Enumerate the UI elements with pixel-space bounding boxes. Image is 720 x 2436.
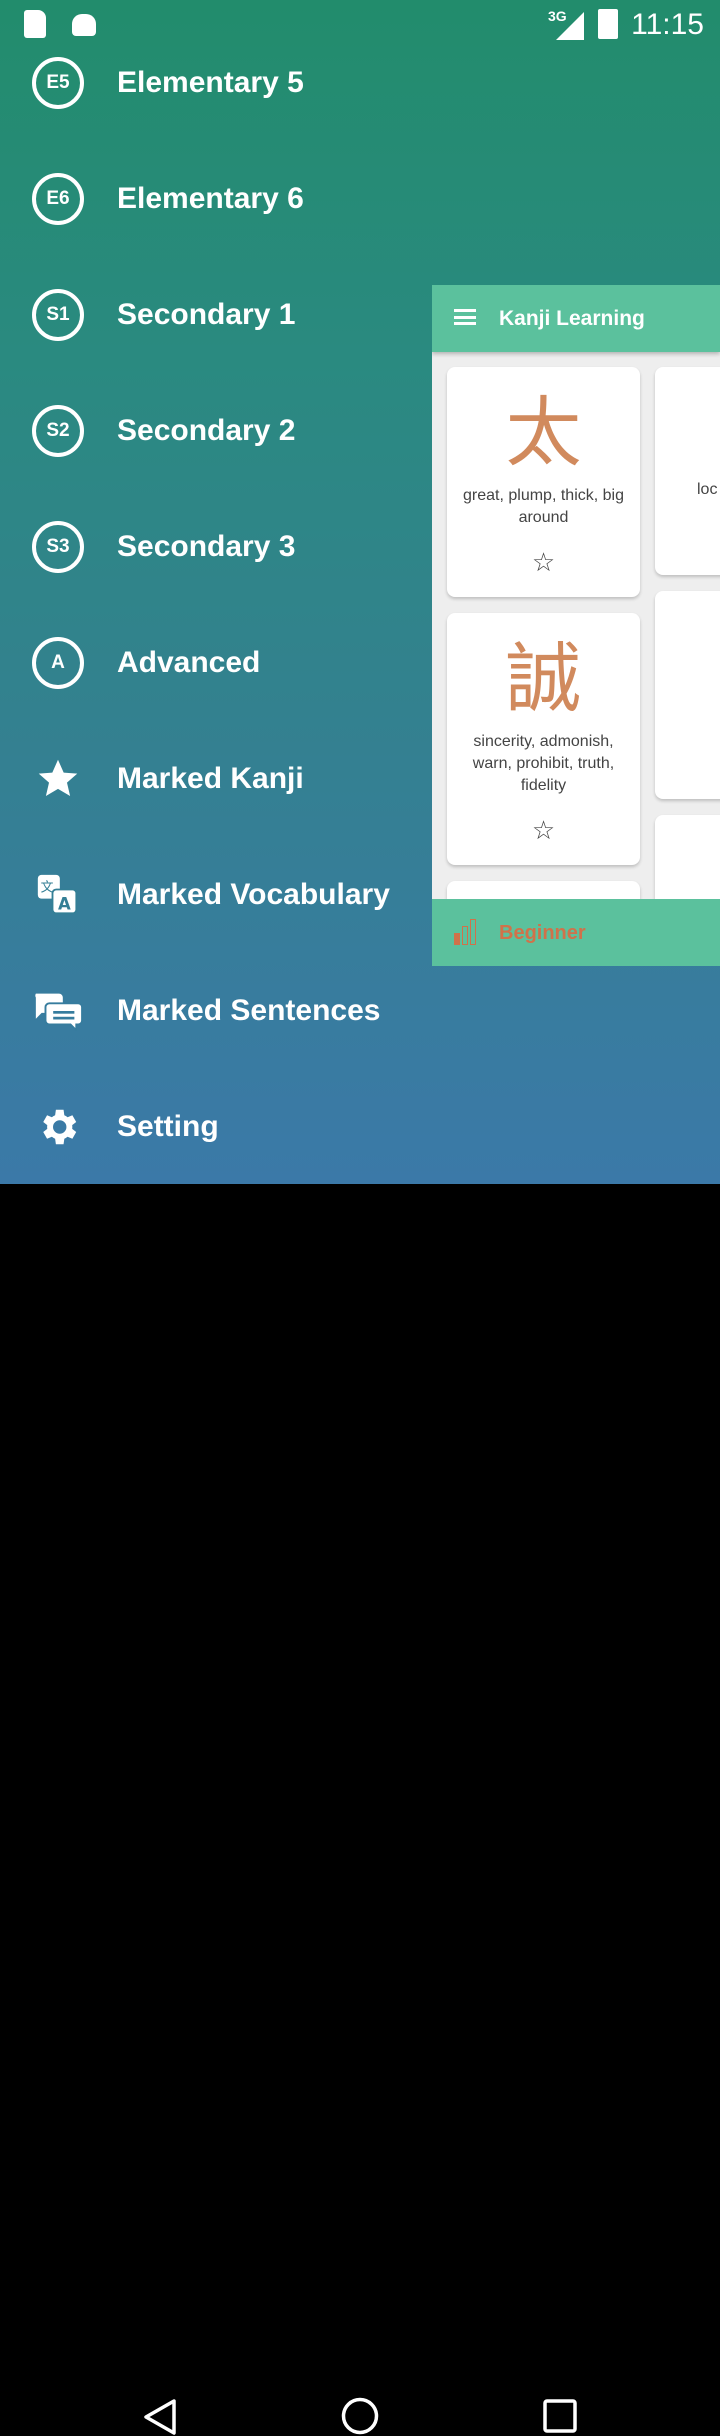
system-nav-bar xyxy=(0,1184,720,2435)
level-badge-icon: S1 xyxy=(32,289,84,341)
drawer-item-elementary-5[interactable]: E5 Elementary 5 xyxy=(0,43,430,123)
level-badge-icon: S2 xyxy=(32,405,84,457)
screen: 3G 11:15 E5 Elementary 5 E6 Elementary 6 S1 S… xyxy=(0,0,720,1184)
drawer-item-label: Advanced xyxy=(117,646,261,679)
drawer-item-setting[interactable]: Setting xyxy=(0,1087,430,1167)
app-title: Kanji Learning xyxy=(499,307,645,330)
drawer-item-label: Elementary 5 xyxy=(117,66,304,99)
drawer-item-label: Marked Vocabulary xyxy=(117,878,390,911)
recents-icon[interactable] xyxy=(542,2398,578,2434)
drawer-item-elementary-6[interactable]: E6 Elementary 6 xyxy=(0,159,430,239)
drawer-item-label: Secondary 1 xyxy=(117,298,296,331)
chat-icon xyxy=(32,985,84,1037)
drawer-item-advanced[interactable]: A Advanced xyxy=(0,623,430,703)
level-badge-icon: S3 xyxy=(32,521,84,573)
back-icon[interactable] xyxy=(142,2398,178,2436)
drawer-item-secondary-2[interactable]: S2 Secondary 2 xyxy=(0,391,430,471)
level-badge-icon: A xyxy=(32,637,84,689)
kanji-card[interactable]: loc xyxy=(655,367,720,575)
translate-icon: A文 xyxy=(32,869,84,921)
kanji-card[interactable]: 誠 sincerity, admonish, warn, prohibit, t… xyxy=(447,613,640,865)
menu-icon[interactable] xyxy=(454,309,476,325)
kanji-meaning: sincerity, admonish, warn, prohibit, tru… xyxy=(472,733,615,794)
drawer-item-label: Setting xyxy=(117,1110,219,1143)
sd-card-icon xyxy=(24,10,46,38)
drawer-item-label: Marked Kanji xyxy=(117,762,304,795)
drawer-item-secondary-1[interactable]: S1 Secondary 1 xyxy=(0,275,430,355)
level-bar[interactable]: Beginner xyxy=(432,899,720,966)
status-bar: 3G 11:15 xyxy=(0,0,720,48)
drawer-item-marked-vocabulary[interactable]: A 文 Marked Vocabulary xyxy=(0,855,430,935)
drawer-item-label: Elementary 6 xyxy=(117,182,304,215)
app-preview[interactable]: Kanji Learning 太 great, plump, thick, bi… xyxy=(432,285,720,966)
android-icon xyxy=(72,14,96,36)
home-icon[interactable] xyxy=(340,2396,380,2436)
kanji-card[interactable]: 太 great, plump, thick, big around ☆ xyxy=(447,367,640,597)
level-icon xyxy=(454,919,476,945)
level-badge-icon: E5 xyxy=(32,57,84,109)
gear-icon xyxy=(32,1101,84,1153)
star-icon xyxy=(32,753,84,805)
kanji-card[interactable] xyxy=(655,591,720,799)
star-outline-icon[interactable]: ☆ xyxy=(447,547,640,578)
star-outline-icon[interactable]: ☆ xyxy=(447,815,640,846)
kanji-meaning: great, plump, thick, big around xyxy=(463,487,624,526)
clock: 11:15 xyxy=(631,8,704,41)
toolbar: Kanji Learning xyxy=(432,285,720,352)
signal-icon xyxy=(556,12,584,40)
level-badge-icon: E6 xyxy=(32,173,84,225)
drawer-item-label: Secondary 3 xyxy=(117,530,296,563)
drawer-item-marked-sentences[interactable]: Marked Sentences xyxy=(0,971,430,1051)
battery-icon xyxy=(598,9,618,39)
drawer-item-label: Marked Sentences xyxy=(117,994,381,1027)
drawer-item-marked-kanji[interactable]: Marked Kanji xyxy=(0,739,430,819)
svg-text:文: 文 xyxy=(41,880,54,895)
svg-text:A: A xyxy=(58,895,71,914)
level-label: Beginner xyxy=(499,922,586,944)
kanji-meaning: loc xyxy=(697,481,718,498)
kanji-character: 太 xyxy=(505,388,582,477)
drawer-item-label: Secondary 2 xyxy=(117,414,296,447)
kanji-character: 誠 xyxy=(505,634,582,723)
drawer-item-secondary-3[interactable]: S3 Secondary 3 xyxy=(0,507,430,587)
